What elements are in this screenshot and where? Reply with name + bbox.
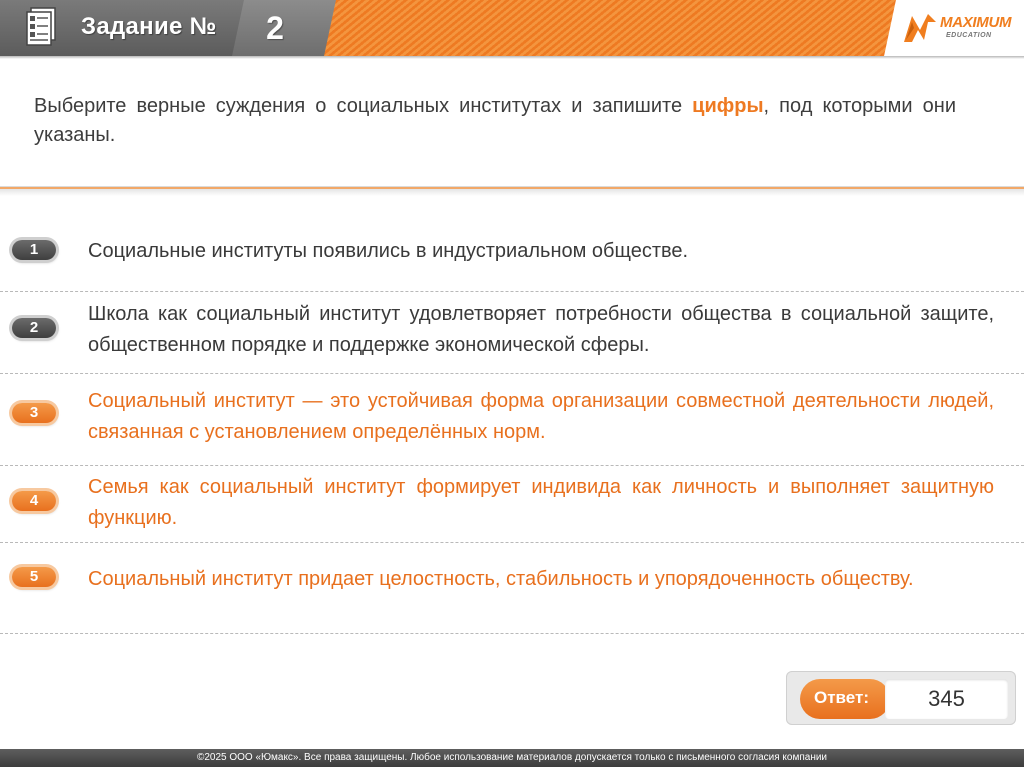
statement-2-text: Школа как социальный институт удовлетвор… — [88, 303, 994, 356]
task-number: 2 — [266, 10, 284, 46]
statement-1-text: Социальные институты появились в индустр… — [88, 240, 689, 262]
statement-2-badge: 2 — [12, 318, 56, 338]
statement-divider — [0, 633, 1024, 634]
statement-5-text: Социальный институт придает целостность,… — [88, 568, 914, 590]
statement-divider — [0, 291, 1024, 292]
header-shadow — [0, 56, 1024, 59]
statement-3-text: Социальный институт — это устойчивая фор… — [88, 390, 994, 443]
copyright-text: ©2025 ООО «Юмакс». Все права защищены. Л… — [196, 752, 828, 763]
question-part-1: Выберите верные суждения о социальных ин… — [34, 95, 693, 117]
statement-5-badge: 5 — [12, 567, 56, 587]
question-text: Выберите верные суждения о социальных ин… — [34, 92, 956, 150]
statement-divider — [0, 373, 1024, 374]
logo-mark-icon — [904, 14, 936, 42]
footer-bar: ©2025 ООО «Юмакс». Все права защищены. Л… — [0, 749, 1024, 767]
question-highlight: цифры — [692, 95, 764, 117]
logo-text: MAXIMUM — [940, 14, 1012, 31]
header-orange-stripe — [324, 0, 896, 56]
answer-value: 345 — [928, 686, 965, 711]
task-title: Задание № — [81, 13, 217, 40]
answer-label: Ответ: — [814, 688, 869, 707]
statement-divider — [0, 542, 1024, 543]
statement-4-badge: 4 — [12, 491, 56, 511]
document-icon — [26, 7, 56, 46]
header-bar: Задание № 2 MAXIMUM EDUCATION — [0, 0, 1024, 59]
statement-3-badge: 3 — [12, 403, 56, 423]
question-separator-line — [0, 187, 1024, 189]
logo-subtext: EDUCATION — [946, 32, 992, 39]
maximum-logo: MAXIMUM EDUCATION — [902, 10, 1020, 48]
statement-1-badge: 1 — [12, 240, 56, 260]
statement-4-text: Семья как социальный институт формирует … — [88, 476, 994, 529]
statement-divider — [0, 465, 1024, 466]
